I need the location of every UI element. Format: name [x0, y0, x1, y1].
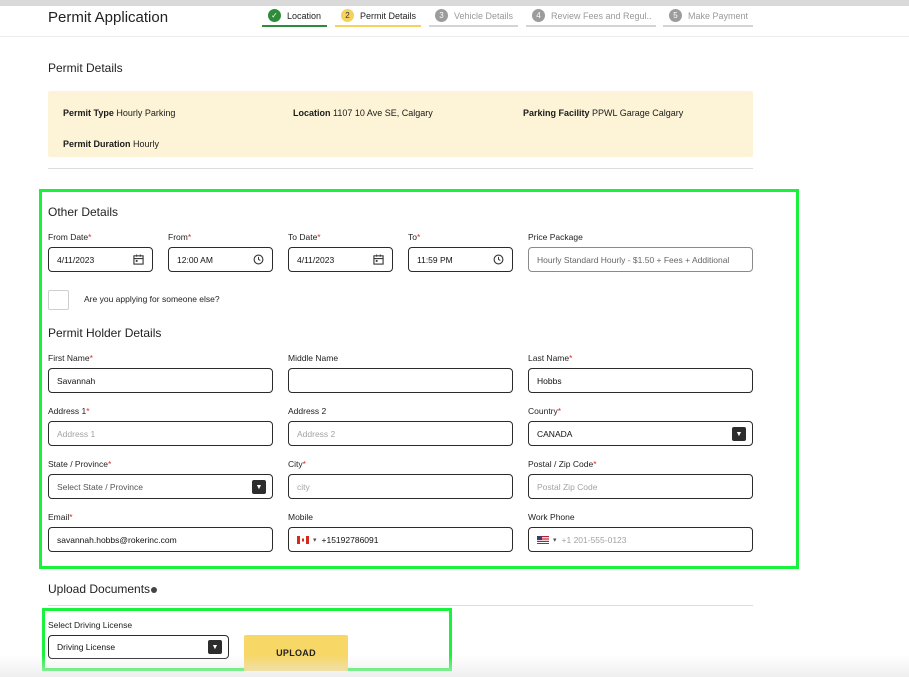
address2-label: Address 2: [288, 406, 327, 416]
from-time-label: From*: [168, 232, 192, 242]
email-input[interactable]: savannah.hobbs@rokerinc.com: [48, 527, 273, 552]
work-phone-input[interactable]: ▾ +1 201-555-0123: [528, 527, 753, 552]
step-number: 3: [435, 9, 448, 22]
to-time-input[interactable]: 11:59 PM: [408, 247, 513, 272]
from-date-label: From Date*: [48, 232, 92, 242]
canada-flag-icon[interactable]: [297, 535, 309, 544]
to-time-label: To*: [408, 232, 421, 242]
mobile-label: Mobile: [288, 512, 314, 522]
city-input[interactable]: city: [288, 474, 513, 499]
calendar-icon[interactable]: [133, 254, 144, 265]
permit-summary-box: Permit Type Hourly Parking Location 1107…: [48, 91, 753, 157]
step-label: Location: [287, 10, 322, 21]
mobile-input[interactable]: ▾ +15192786091: [288, 527, 513, 552]
upload-documents-title: Upload Documents: [48, 582, 158, 596]
step-permit-details[interactable]: 2 Permit Details: [335, 6, 421, 27]
last-name-label: Last Name*: [528, 353, 573, 363]
step-number: 4: [532, 9, 545, 22]
check-icon: ✓: [268, 9, 281, 22]
permit-duration: Permit Duration Hourly: [63, 139, 160, 149]
state-label: State / Province*: [48, 459, 112, 469]
step-review-fees[interactable]: 4 Review Fees and Regul..: [526, 6, 656, 27]
price-package-field[interactable]: Hourly Standard Hourly - $1.50 + Fees + …: [528, 247, 753, 272]
first-name-input[interactable]: Savannah: [48, 368, 273, 393]
country-label: Country*: [528, 406, 562, 416]
step-label: Vehicle Details: [454, 10, 514, 21]
address1-input[interactable]: Address 1: [48, 421, 273, 446]
dropdown-arrow-icon[interactable]: ▼: [208, 640, 222, 654]
middle-name-label: Middle Name: [288, 353, 339, 363]
address2-input[interactable]: Address 2: [288, 421, 513, 446]
other-details-title: Other Details: [48, 205, 119, 219]
work-phone-label: Work Phone: [528, 512, 575, 522]
driving-license-select[interactable]: Driving License ▼: [48, 635, 229, 659]
calendar-icon[interactable]: [373, 254, 384, 265]
clock-icon[interactable]: [253, 254, 264, 265]
info-icon[interactable]: [151, 586, 158, 593]
from-date-input[interactable]: 4/11/2023: [48, 247, 153, 272]
city-label: City*: [288, 459, 306, 469]
to-date-input[interactable]: 4/11/2023: [288, 247, 393, 272]
country-select[interactable]: CANADA ▼: [528, 421, 753, 446]
step-label: Review Fees and Regul..: [551, 10, 652, 21]
page-title: Permit Application: [48, 9, 169, 26]
page-header: Permit Application ✓ Location 2 Permit D…: [0, 6, 909, 37]
step-make-payment[interactable]: 5 Make Payment: [663, 6, 753, 27]
postal-input[interactable]: Postal Zip Code: [528, 474, 753, 499]
first-name-label: First Name*: [48, 353, 93, 363]
permit-type: Permit Type Hourly Parking: [63, 108, 176, 118]
address1-label: Address 1*: [48, 406, 90, 416]
postal-label: Postal / Zip Code*: [528, 459, 597, 469]
to-date-label: To Date*: [288, 232, 321, 242]
divider: [48, 168, 753, 169]
dropdown-arrow-icon[interactable]: ▼: [252, 480, 266, 494]
step-label: Permit Details: [360, 10, 417, 21]
from-time-input[interactable]: 12:00 AM: [168, 247, 273, 272]
parking-facility: Parking Facility PPWL Garage Calgary: [523, 108, 684, 118]
someone-else-label: Are you applying for someone else?: [84, 294, 220, 304]
permit-details-title: Permit Details: [48, 61, 123, 75]
step-vehicle-details[interactable]: 3 Vehicle Details: [429, 6, 518, 27]
middle-name-input[interactable]: [288, 368, 513, 393]
permit-location: Location 1107 10 Ave SE, Calgary: [293, 108, 433, 118]
last-name-input[interactable]: Hobbs: [528, 368, 753, 393]
step-number: 5: [669, 9, 682, 22]
someone-else-checkbox[interactable]: [48, 290, 69, 310]
step-label: Make Payment: [688, 10, 749, 21]
price-package-label: Price Package: [528, 232, 583, 242]
step-location[interactable]: ✓ Location: [262, 6, 327, 27]
divider: [48, 605, 753, 606]
email-label: Email*: [48, 512, 73, 522]
select-license-label: Select Driving License: [48, 620, 133, 630]
step-number: 2: [341, 9, 354, 22]
clock-icon[interactable]: [493, 254, 504, 265]
state-select[interactable]: Select State / Province ▼: [48, 474, 273, 499]
dropdown-arrow-icon[interactable]: ▼: [732, 427, 746, 441]
upload-button[interactable]: UPLOAD: [244, 635, 348, 671]
us-flag-icon[interactable]: [537, 535, 549, 544]
permit-holder-title: Permit Holder Details: [48, 326, 162, 340]
